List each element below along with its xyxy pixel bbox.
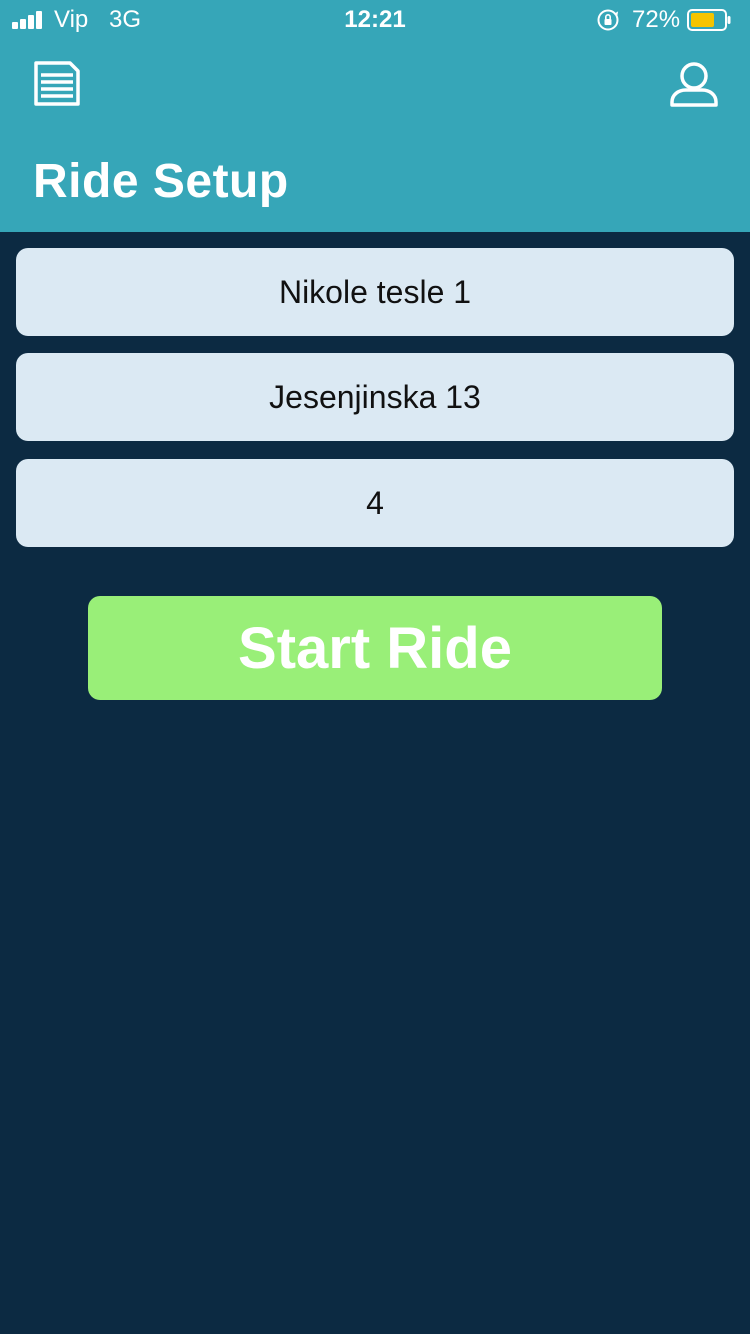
orientation-lock-icon (597, 9, 619, 31)
header: Vip 3G 12:21 72% Ride Setup (0, 0, 750, 232)
status-bar: Vip 3G 12:21 72% (0, 0, 750, 40)
user-icon[interactable] (668, 60, 720, 108)
start-ride-button[interactable]: Start Ride (88, 596, 662, 700)
start-location-field[interactable]: Nikole tesle 1 (16, 248, 734, 336)
battery-icon (687, 9, 731, 31)
page-title: Ride Setup (33, 155, 289, 208)
battery-percent: 72% (632, 6, 681, 33)
passenger-count-field[interactable]: 4 (16, 459, 734, 547)
destination-field[interactable]: Jesenjinska 13 (16, 353, 734, 441)
document-list-icon[interactable] (32, 58, 82, 108)
